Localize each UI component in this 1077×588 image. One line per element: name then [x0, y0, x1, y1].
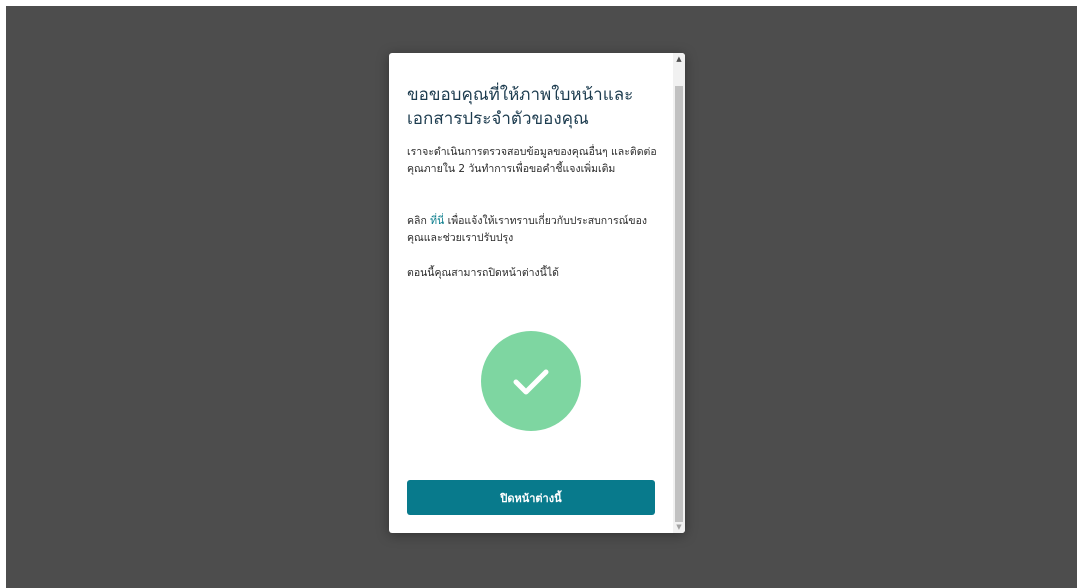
- close-window-message: ตอนนี้คุณสามารถปิดหน้าต่างนี้ได้: [407, 267, 559, 279]
- feedback-message: คลิก ที่นี่ เพื่อแจ้งให้เราทราบเกี่ยวกับ…: [407, 213, 661, 247]
- scroll-down-arrow-icon[interactable]: ▼: [673, 521, 685, 533]
- scrollbar-thumb[interactable]: [675, 86, 683, 522]
- confirmation-dialog: ขอขอบคุณที่ให้ภาพใบหน้าและเอกสารประจำตัว…: [389, 53, 685, 533]
- close-window-button[interactable]: ปิดหน้าต่างนี้: [407, 480, 655, 515]
- success-badge: [481, 331, 581, 431]
- check-icon: [513, 369, 549, 395]
- dialog-scrollbar[interactable]: ▲ ▼: [673, 53, 685, 533]
- dialog-content: ขอขอบคุณที่ให้ภาพใบหน้าและเอกสารประจำตัว…: [389, 53, 673, 533]
- dialog-title: ขอขอบคุณที่ให้ภาพใบหน้าและเอกสารประจำตัว…: [407, 85, 634, 129]
- review-message: เราจะดำเนินการตรวจสอบข้อมูลของคุณอื่นๆ แ…: [407, 146, 657, 175]
- feedback-prefix: คลิก: [407, 215, 431, 227]
- scroll-up-arrow-icon[interactable]: ▲: [673, 53, 685, 65]
- feedback-link[interactable]: ที่นี่: [430, 215, 444, 227]
